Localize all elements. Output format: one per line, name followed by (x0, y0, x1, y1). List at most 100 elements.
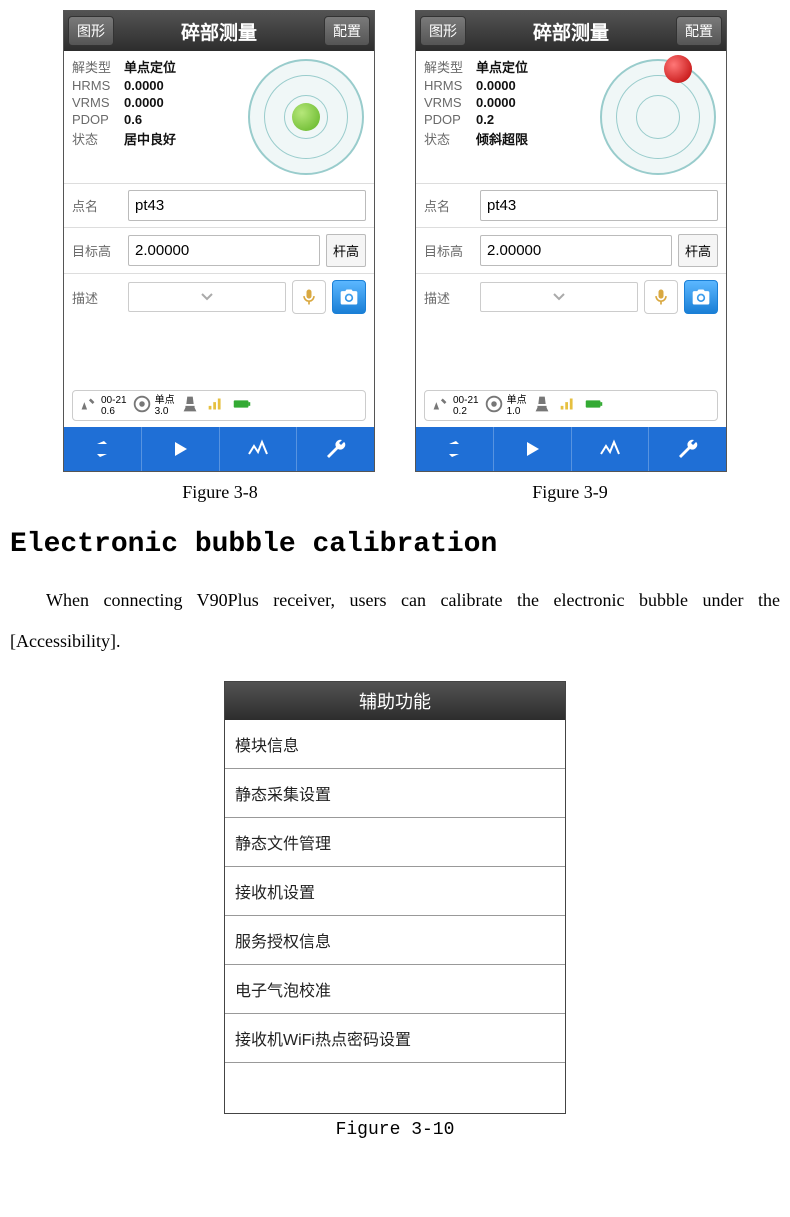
bottombar-play[interactable] (493, 427, 571, 471)
phone-right: 图形 碎部测量 配置 解类型单点定位 HRMS0.0000 VRMS0.0000… (415, 10, 727, 472)
input-target-height[interactable]: 2.00000 (480, 235, 672, 266)
unit-button[interactable]: 杆高 (326, 234, 366, 267)
sb-receiver (531, 393, 553, 418)
input-point[interactable]: pt43 (128, 190, 366, 221)
aux-item[interactable]: 服务授权信息 (225, 916, 565, 965)
bottombar-tools[interactable] (648, 427, 726, 471)
aux-panel: 辅助功能 模块信息 静态采集设置 静态文件管理 接收机设置 服务授权信息 电子气… (224, 681, 566, 1114)
chevron-down-icon (201, 293, 213, 301)
label-status: 状态 (424, 129, 476, 148)
sb-signal (205, 393, 227, 418)
sb1-line2: 0.6 (101, 406, 127, 417)
swap-icon (90, 437, 114, 461)
label-status: 状态 (72, 129, 124, 148)
unit-button[interactable]: 杆高 (678, 234, 718, 267)
aux-item[interactable]: 静态采集设置 (225, 769, 565, 818)
value-pdop: 0.6 (124, 112, 142, 127)
header-title: 碎部测量 (533, 18, 609, 45)
signal-icon (557, 393, 579, 415)
bottom-toolbar (416, 427, 726, 471)
label-vrms: VRMS (424, 95, 476, 110)
info-table: 解类型单点定位 HRMS0.0000 VRMS0.0000 PDOP0.6 状态… (72, 57, 240, 177)
swap-icon (442, 437, 466, 461)
label-point: 点名 (424, 196, 474, 215)
target-icon (131, 393, 153, 415)
signal-icon (205, 393, 227, 415)
header-graph-button[interactable]: 图形 (68, 16, 114, 46)
value-type: 单点定位 (476, 57, 528, 76)
sb2-line1: 单点 (155, 395, 175, 406)
info-area: 解类型单点定位 HRMS0.0000 VRMS0.0000 PDOP0.2 状态… (416, 51, 726, 184)
sb-battery (583, 393, 605, 418)
status-bar: 00-210.6 单点3.0 (72, 390, 366, 421)
battery-icon (583, 393, 605, 415)
bottombar-tools[interactable] (296, 427, 374, 471)
label-point: 点名 (72, 196, 122, 215)
input-point[interactable]: pt43 (480, 190, 718, 221)
screenshots-row: 图形 碎部测量 配置 解类型单点定位 HRMS0.0000 VRMS0.0000… (10, 10, 780, 472)
aux-item[interactable]: 接收机设置 (225, 867, 565, 916)
sb-satellite: 00-210.6 (77, 393, 127, 418)
body-paragraph: When connecting V90Plus receiver, users … (10, 580, 780, 663)
zigzag-icon (598, 437, 622, 461)
sb1-line2: 0.2 (453, 406, 479, 417)
camera-button[interactable] (684, 280, 718, 314)
bottombar-swap[interactable] (64, 427, 141, 471)
aux-item[interactable]: 接收机WiFi热点密码设置 (225, 1014, 565, 1063)
microphone-icon (299, 287, 319, 307)
row-point-name: 点名 pt43 (416, 184, 726, 228)
bubble-dot-offcenter (664, 55, 692, 83)
section-title: Electronic bubble calibration (10, 529, 780, 560)
camera-button[interactable] (332, 280, 366, 314)
value-hrms: 0.0000 (476, 78, 516, 93)
header-config-button[interactable]: 配置 (324, 16, 370, 46)
sb1-line1: 00-21 (101, 395, 127, 406)
bottombar-chart[interactable] (219, 427, 297, 471)
phone-left: 图形 碎部测量 配置 解类型单点定位 HRMS0.0000 VRMS0.0000… (63, 10, 375, 472)
mic-button[interactable] (292, 280, 326, 314)
label-hrms: HRMS (424, 78, 476, 93)
document-page: 图形 碎部测量 配置 解类型单点定位 HRMS0.0000 VRMS0.0000… (0, 0, 790, 1170)
camera-icon (339, 287, 359, 307)
label-desc: 描述 (424, 288, 474, 307)
label-pdop: PDOP (424, 112, 476, 127)
label-type: 解类型 (72, 57, 124, 76)
mic-button[interactable] (644, 280, 678, 314)
sb-battery (231, 393, 253, 418)
aux-item[interactable]: 静态文件管理 (225, 818, 565, 867)
row-description: 描述 (416, 274, 726, 320)
header-graph-button[interactable]: 图形 (420, 16, 466, 46)
input-target-height[interactable]: 2.00000 (128, 235, 320, 266)
satellite-icon (429, 393, 451, 415)
row-description: 描述 (64, 274, 374, 320)
desc-dropdown[interactable] (128, 282, 286, 312)
desc-dropdown[interactable] (480, 282, 638, 312)
receiver-icon (179, 393, 201, 415)
value-pdop: 0.2 (476, 112, 494, 127)
play-icon (168, 437, 192, 461)
captions-row: Figure 3-8 Figure 3-9 (10, 482, 780, 503)
caption-c: Figure 3-10 (10, 1120, 780, 1140)
sb-satellite: 00-210.2 (429, 393, 479, 418)
bottombar-swap[interactable] (416, 427, 493, 471)
aux-item[interactable]: 电子气泡校准 (225, 965, 565, 1014)
caption-a: Figure 3-8 (65, 482, 375, 503)
sb2-line2: 1.0 (507, 406, 527, 417)
sb2-line2: 3.0 (155, 406, 175, 417)
wrench-icon (324, 437, 348, 461)
aux-item[interactable]: 模块信息 (225, 720, 565, 769)
sb1-line1: 00-21 (453, 395, 479, 406)
satellite-icon (77, 393, 99, 415)
header-config-button[interactable]: 配置 (676, 16, 722, 46)
bottombar-chart[interactable] (571, 427, 649, 471)
bubble-level (246, 57, 366, 177)
status-bar: 00-210.2 单点1.0 (424, 390, 718, 421)
label-desc: 描述 (72, 288, 122, 307)
receiver-icon (531, 393, 553, 415)
label-vrms: VRMS (72, 95, 124, 110)
bottombar-play[interactable] (141, 427, 219, 471)
value-vrms: 0.0000 (124, 95, 164, 110)
sb-receiver (179, 393, 201, 418)
aux-blank-area (225, 1063, 565, 1113)
bottom-toolbar (64, 427, 374, 471)
